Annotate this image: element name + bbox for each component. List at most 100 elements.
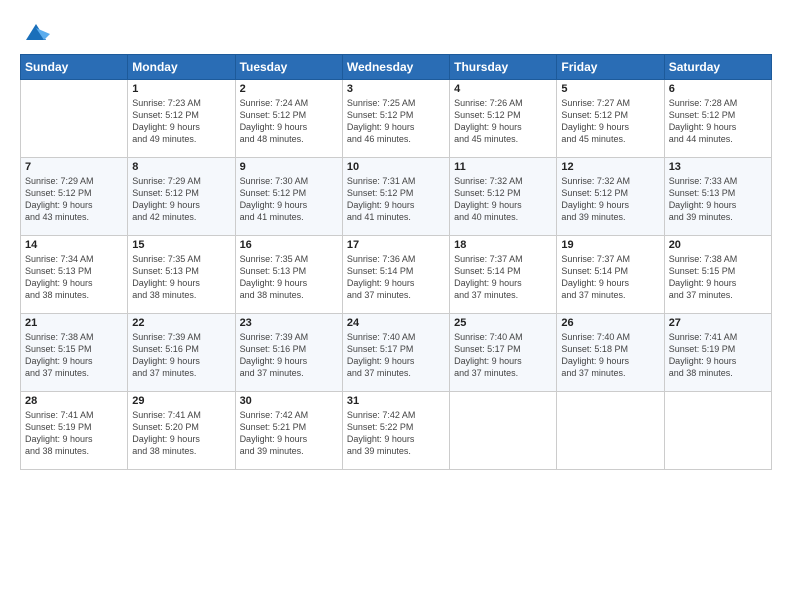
- calendar-cell: 17 Sunrise: 7:36 AM Sunset: 5:14 PM Dayli…: [342, 236, 449, 314]
- day-number: 21: [25, 317, 123, 329]
- day-number: 23: [240, 317, 338, 329]
- day-header-monday: Monday: [128, 55, 235, 80]
- day-number: 20: [669, 239, 767, 251]
- day-info: Sunrise: 7:33 AM Sunset: 5:13 PM Dayligh…: [669, 175, 767, 224]
- week-row-3: 21 Sunrise: 7:38 AM Sunset: 5:15 PM Dayli…: [21, 314, 772, 392]
- calendar-cell: 18Sunrise: 7:37 AM Sunset: 5:14 PM Dayli…: [450, 236, 557, 314]
- day-number: 25: [454, 317, 552, 329]
- day-info: Sunrise: 7:41 AM Sunset: 5:19 PM Dayligh…: [669, 331, 767, 380]
- day-info: Sunrise: 7:23 AM Sunset: 5:12 PM Dayligh…: [132, 97, 230, 146]
- day-info: Sunrise: 7:39 AM Sunset: 5:16 PM Dayligh…: [240, 331, 338, 380]
- calendar-cell: 16 Sunrise: 7:35 AM Sunset: 5:13 PM Dayli…: [235, 236, 342, 314]
- day-header-wednesday: Wednesday: [342, 55, 449, 80]
- calendar-cell: 14Sunrise: 7:34 AM Sunset: 5:13 PM Dayli…: [21, 236, 128, 314]
- calendar-cell: 5 Sunrise: 7:27 AM Sunset: 5:12 PM Daylig…: [557, 80, 664, 158]
- header: [20, 18, 772, 46]
- day-number: 1: [132, 83, 230, 95]
- day-info: Sunrise: 7:37 AM Sunset: 5:14 PM Dayligh…: [561, 253, 659, 302]
- calendar-cell: 3 Sunrise: 7:25 AM Sunset: 5:12 PM Daylig…: [342, 80, 449, 158]
- day-number: 9: [240, 161, 338, 173]
- week-row-1: 7 Sunrise: 7:29 AM Sunset: 5:12 PM Daylig…: [21, 158, 772, 236]
- day-number: 13: [669, 161, 767, 173]
- page: SundayMondayTuesdayWednesdayThursdayFrid…: [0, 0, 792, 612]
- day-info: Sunrise: 7:42 AM Sunset: 5:21 PM Dayligh…: [240, 409, 338, 458]
- day-info: Sunrise: 7:41 AM Sunset: 5:20 PM Dayligh…: [132, 409, 230, 458]
- day-info: Sunrise: 7:42 AM Sunset: 5:22 PM Dayligh…: [347, 409, 445, 458]
- calendar-cell: 26Sunrise: 7:40 AM Sunset: 5:18 PM Dayli…: [557, 314, 664, 392]
- day-number: 31: [347, 395, 445, 407]
- calendar-cell: 10Sunrise: 7:31 AM Sunset: 5:12 PM Dayli…: [342, 158, 449, 236]
- day-number: 5: [561, 83, 659, 95]
- calendar-cell: 19 Sunrise: 7:37 AM Sunset: 5:14 PM Dayli…: [557, 236, 664, 314]
- day-info: Sunrise: 7:34 AM Sunset: 5:13 PM Dayligh…: [25, 253, 123, 302]
- day-info: Sunrise: 7:29 AM Sunset: 5:12 PM Dayligh…: [132, 175, 230, 224]
- day-header-saturday: Saturday: [664, 55, 771, 80]
- calendar-cell: 12 Sunrise: 7:32 AM Sunset: 5:12 PM Dayli…: [557, 158, 664, 236]
- day-number: 3: [347, 83, 445, 95]
- week-row-0: 1 Sunrise: 7:23 AM Sunset: 5:12 PM Daylig…: [21, 80, 772, 158]
- day-info: Sunrise: 7:36 AM Sunset: 5:14 PM Dayligh…: [347, 253, 445, 302]
- day-number: 19: [561, 239, 659, 251]
- day-header-tuesday: Tuesday: [235, 55, 342, 80]
- day-info: Sunrise: 7:30 AM Sunset: 5:12 PM Dayligh…: [240, 175, 338, 224]
- day-number: 17: [347, 239, 445, 251]
- calendar-cell: [450, 392, 557, 470]
- calendar-header: SundayMondayTuesdayWednesdayThursdayFrid…: [21, 55, 772, 80]
- day-info: Sunrise: 7:25 AM Sunset: 5:12 PM Dayligh…: [347, 97, 445, 146]
- day-info: Sunrise: 7:38 AM Sunset: 5:15 PM Dayligh…: [25, 331, 123, 380]
- day-number: 27: [669, 317, 767, 329]
- calendar-body: 1 Sunrise: 7:23 AM Sunset: 5:12 PM Daylig…: [21, 80, 772, 470]
- day-number: 11: [454, 161, 552, 173]
- header-row: SundayMondayTuesdayWednesdayThursdayFrid…: [21, 55, 772, 80]
- day-info: Sunrise: 7:35 AM Sunset: 5:13 PM Dayligh…: [240, 253, 338, 302]
- calendar-cell: 7 Sunrise: 7:29 AM Sunset: 5:12 PM Daylig…: [21, 158, 128, 236]
- day-number: 28: [25, 395, 123, 407]
- calendar-cell: 4 Sunrise: 7:26 AM Sunset: 5:12 PM Daylig…: [450, 80, 557, 158]
- day-info: Sunrise: 7:29 AM Sunset: 5:12 PM Dayligh…: [25, 175, 123, 224]
- day-number: 22: [132, 317, 230, 329]
- day-info: Sunrise: 7:26 AM Sunset: 5:12 PM Dayligh…: [454, 97, 552, 146]
- calendar-cell: 1 Sunrise: 7:23 AM Sunset: 5:12 PM Daylig…: [128, 80, 235, 158]
- calendar-cell: 2Sunrise: 7:24 AM Sunset: 5:12 PM Daylig…: [235, 80, 342, 158]
- day-number: 4: [454, 83, 552, 95]
- day-number: 7: [25, 161, 123, 173]
- calendar-cell: 27 Sunrise: 7:41 AM Sunset: 5:19 PM Dayli…: [664, 314, 771, 392]
- day-info: Sunrise: 7:41 AM Sunset: 5:19 PM Dayligh…: [25, 409, 123, 458]
- day-info: Sunrise: 7:28 AM Sunset: 5:12 PM Dayligh…: [669, 97, 767, 146]
- calendar-cell: 13 Sunrise: 7:33 AM Sunset: 5:13 PM Dayli…: [664, 158, 771, 236]
- day-number: 8: [132, 161, 230, 173]
- logo-icon: [22, 18, 50, 46]
- day-info: Sunrise: 7:27 AM Sunset: 5:12 PM Dayligh…: [561, 97, 659, 146]
- day-number: 12: [561, 161, 659, 173]
- day-info: Sunrise: 7:38 AM Sunset: 5:15 PM Dayligh…: [669, 253, 767, 302]
- calendar-cell: 28 Sunrise: 7:41 AM Sunset: 5:19 PM Dayli…: [21, 392, 128, 470]
- calendar-cell: 8 Sunrise: 7:29 AM Sunset: 5:12 PM Daylig…: [128, 158, 235, 236]
- day-info: Sunrise: 7:40 AM Sunset: 5:17 PM Dayligh…: [347, 331, 445, 380]
- calendar-cell: [557, 392, 664, 470]
- day-header-sunday: Sunday: [21, 55, 128, 80]
- day-info: Sunrise: 7:35 AM Sunset: 5:13 PM Dayligh…: [132, 253, 230, 302]
- calendar-cell: [21, 80, 128, 158]
- calendar-cell: 31 Sunrise: 7:42 AM Sunset: 5:22 PM Dayli…: [342, 392, 449, 470]
- week-row-4: 28 Sunrise: 7:41 AM Sunset: 5:19 PM Dayli…: [21, 392, 772, 470]
- day-info: Sunrise: 7:40 AM Sunset: 5:18 PM Dayligh…: [561, 331, 659, 380]
- calendar-cell: 11 Sunrise: 7:32 AM Sunset: 5:12 PM Dayli…: [450, 158, 557, 236]
- day-number: 2: [240, 83, 338, 95]
- day-number: 16: [240, 239, 338, 251]
- day-info: Sunrise: 7:31 AM Sunset: 5:12 PM Dayligh…: [347, 175, 445, 224]
- day-number: 6: [669, 83, 767, 95]
- day-info: Sunrise: 7:39 AM Sunset: 5:16 PM Dayligh…: [132, 331, 230, 380]
- day-info: Sunrise: 7:37 AM Sunset: 5:14 PM Dayligh…: [454, 253, 552, 302]
- day-info: Sunrise: 7:32 AM Sunset: 5:12 PM Dayligh…: [561, 175, 659, 224]
- day-number: 24: [347, 317, 445, 329]
- day-info: Sunrise: 7:32 AM Sunset: 5:12 PM Dayligh…: [454, 175, 552, 224]
- day-info: Sunrise: 7:40 AM Sunset: 5:17 PM Dayligh…: [454, 331, 552, 380]
- calendar-cell: 6 Sunrise: 7:28 AM Sunset: 5:12 PM Daylig…: [664, 80, 771, 158]
- day-header-thursday: Thursday: [450, 55, 557, 80]
- calendar-cell: 23 Sunrise: 7:39 AM Sunset: 5:16 PM Dayli…: [235, 314, 342, 392]
- calendar-cell: 15Sunrise: 7:35 AM Sunset: 5:13 PM Dayli…: [128, 236, 235, 314]
- calendar-cell: 24 Sunrise: 7:40 AM Sunset: 5:17 PM Dayli…: [342, 314, 449, 392]
- calendar-cell: 25 Sunrise: 7:40 AM Sunset: 5:17 PM Dayli…: [450, 314, 557, 392]
- calendar-cell: 30 Sunrise: 7:42 AM Sunset: 5:21 PM Dayli…: [235, 392, 342, 470]
- day-number: 30: [240, 395, 338, 407]
